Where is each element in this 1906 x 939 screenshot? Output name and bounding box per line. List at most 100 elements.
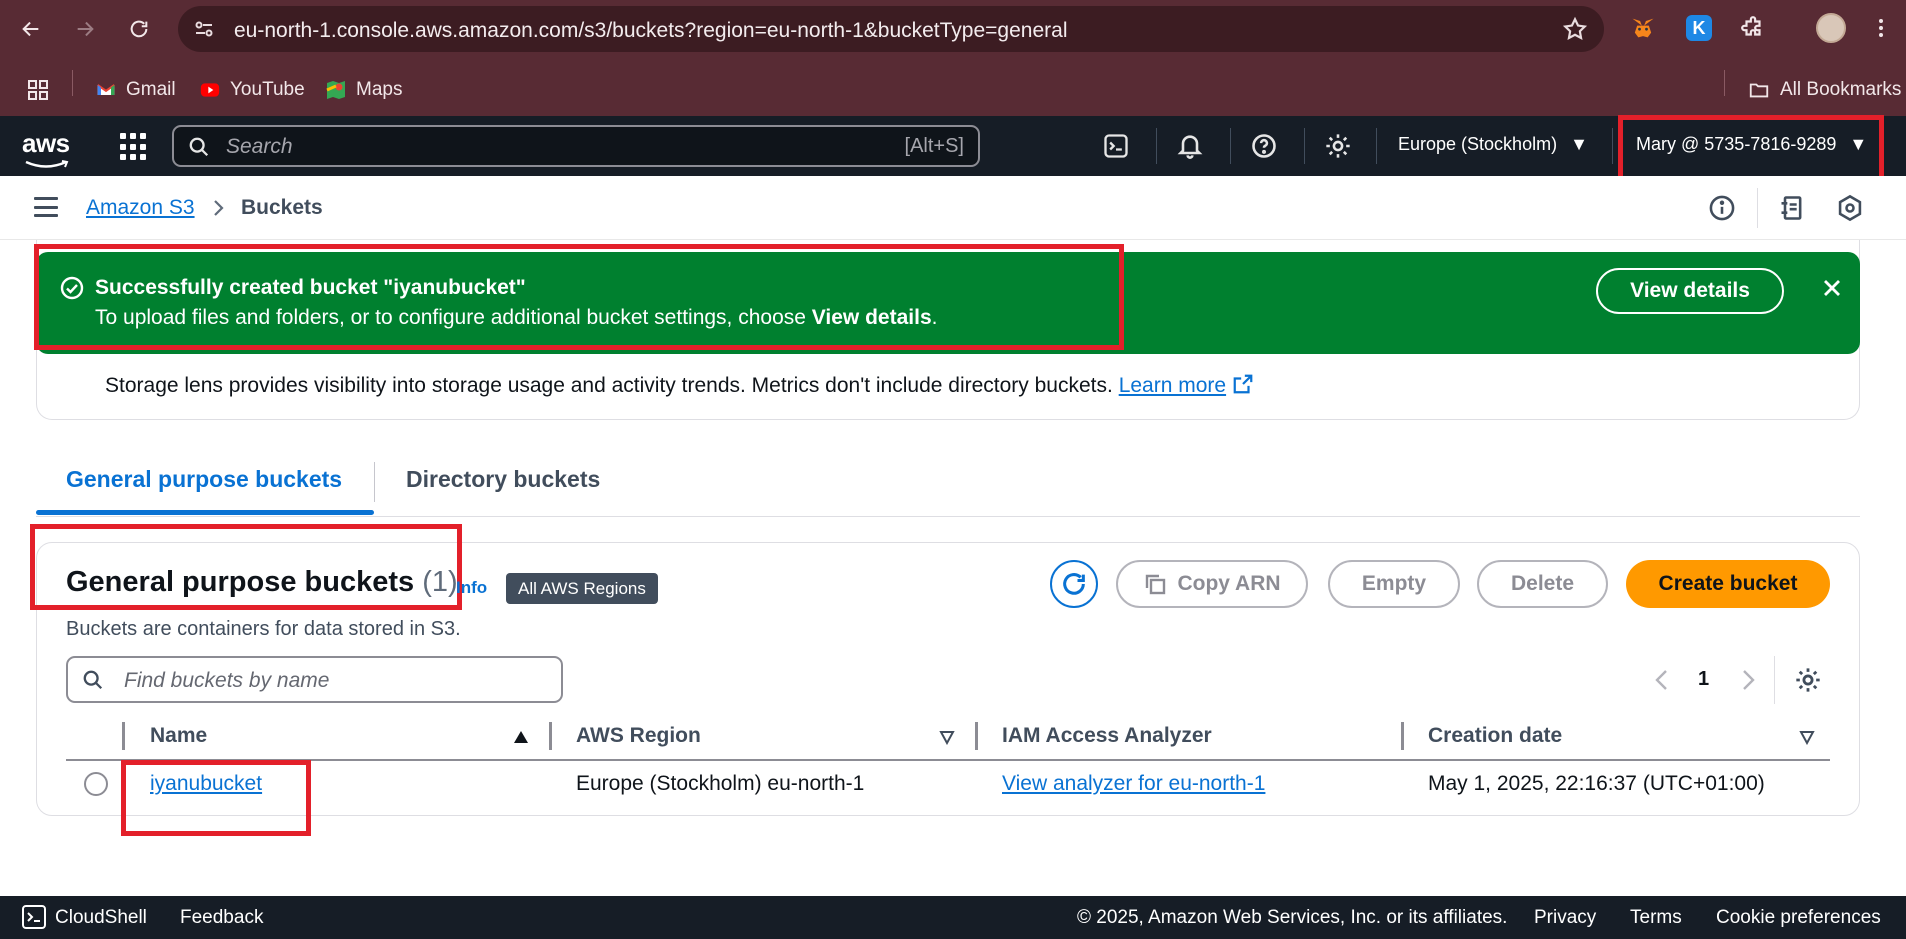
bucket-name-link[interactable]: iyanubucket xyxy=(150,772,262,796)
cookie-preferences-link[interactable]: Cookie preferences xyxy=(1716,907,1881,929)
side-nav-menu-icon[interactable] xyxy=(34,197,58,217)
column-header-name[interactable]: Name xyxy=(150,724,207,748)
notifications-bell-icon[interactable] xyxy=(1174,130,1206,162)
bookmark-label: Gmail xyxy=(126,79,176,100)
column-divider xyxy=(122,722,125,750)
table-preferences-gear-icon[interactable] xyxy=(1794,666,1822,694)
browser-menu-icon[interactable] xyxy=(1866,13,1896,43)
folder-icon xyxy=(1749,83,1769,98)
storage-lens-text: Storage lens provides visibility into st… xyxy=(105,374,1113,397)
copyright-text: © 2025, Amazon Web Services, Inc. or its… xyxy=(1077,907,1508,928)
column-header-region[interactable]: AWS Region xyxy=(576,724,701,748)
region-label: Europe (Stockholm) xyxy=(1398,134,1558,154)
tab-directory-buckets[interactable]: Directory buckets xyxy=(406,466,600,493)
toolbar-divider xyxy=(1757,188,1758,228)
search-icon xyxy=(189,137,209,157)
bookmark-star-icon[interactable] xyxy=(1562,16,1588,42)
feedback-link[interactable]: Feedback xyxy=(180,907,263,929)
reload-icon[interactable] xyxy=(122,12,156,46)
delete-button[interactable]: Delete xyxy=(1477,560,1608,608)
bookmark-maps[interactable]: Maps xyxy=(324,76,402,104)
chevron-left-icon[interactable] xyxy=(1652,666,1672,694)
all-bookmarks-label: All Bookmarks xyxy=(1780,79,1902,100)
apps-grid-icon[interactable] xyxy=(26,76,50,104)
view-analyzer-link[interactable]: View analyzer for eu-north-1 xyxy=(1002,772,1265,796)
help-icon[interactable] xyxy=(1248,130,1280,162)
bookmark-gmail[interactable]: Gmail xyxy=(94,76,176,104)
find-placeholder: Find buckets by name xyxy=(124,669,330,692)
bookmark-youtube[interactable]: YouTube xyxy=(198,76,305,104)
info-panel-icon[interactable] xyxy=(1708,194,1736,222)
create-bucket-button[interactable]: Create bucket xyxy=(1626,560,1830,608)
search-icon xyxy=(83,670,103,690)
tab-general-purpose-buckets[interactable]: General purpose buckets xyxy=(66,466,342,493)
all-regions-badge: All AWS Regions xyxy=(506,573,658,604)
column-header-analyzer[interactable]: IAM Access Analyzer xyxy=(1002,724,1212,748)
alert-desc-text: To upload files and folders, or to confi… xyxy=(95,306,812,329)
chevron-right-icon[interactable] xyxy=(1738,666,1758,694)
account-menu[interactable]: Mary @ 5735-7816-9289 ▼ xyxy=(1636,134,1867,155)
search-placeholder: Search xyxy=(226,135,293,158)
notes-panel-icon[interactable] xyxy=(1778,194,1806,222)
metamask-extension-icon[interactable] xyxy=(1628,13,1658,43)
learn-more-label: Learn more xyxy=(1118,374,1227,397)
cloudshell-icon[interactable] xyxy=(22,905,46,929)
empty-button[interactable]: Empty xyxy=(1328,560,1460,608)
breadcrumb-amazon-s3[interactable]: Amazon S3 xyxy=(86,196,195,220)
forward-arrow-icon[interactable] xyxy=(68,12,102,46)
row-select-radio[interactable] xyxy=(84,772,108,796)
youtube-icon xyxy=(200,83,220,97)
console-footer: CloudShell Feedback © 2025, Amazon Web S… xyxy=(0,896,1906,939)
site-settings-icon[interactable] xyxy=(192,17,216,41)
cloudshell-icon[interactable] xyxy=(1100,130,1132,162)
settings-gear-icon[interactable] xyxy=(1322,130,1354,162)
gmail-icon xyxy=(97,84,115,95)
nav-divider xyxy=(1612,128,1613,164)
copy-arn-button[interactable]: Copy ARN xyxy=(1116,560,1308,608)
learn-more-link[interactable]: Learn more xyxy=(1119,374,1226,397)
region-selector[interactable]: Europe (Stockholm) ▼ xyxy=(1398,134,1588,155)
services-grid-icon[interactable] xyxy=(120,133,148,161)
address-bar[interactable]: eu-north-1.console.aws.amazon.com/s3/buc… xyxy=(178,6,1604,52)
pager-divider xyxy=(1774,656,1775,704)
search-input[interactable]: Search [Alt+S] xyxy=(172,125,980,167)
view-details-button[interactable]: View details xyxy=(1596,268,1784,314)
cloudshell-link[interactable]: CloudShell xyxy=(55,907,147,929)
bookmark-label: YouTube xyxy=(230,79,305,100)
column-divider xyxy=(1401,722,1404,750)
page-number[interactable]: 1 xyxy=(1698,668,1709,691)
copy-icon xyxy=(1146,574,1166,595)
tab-divider xyxy=(374,462,375,502)
aws-top-nav: aws Search [Alt+S] Europe (Stockholm) ▼ … xyxy=(0,116,1906,176)
privacy-link[interactable]: Privacy xyxy=(1534,907,1596,929)
column-header-creation-date[interactable]: Creation date xyxy=(1428,724,1562,748)
account-label: Mary @ 5735-7816-9289 xyxy=(1636,134,1837,154)
sort-icon[interactable] xyxy=(939,729,955,745)
sort-icon[interactable] xyxy=(1799,729,1815,745)
external-link-icon xyxy=(1233,374,1253,394)
table-header-line xyxy=(66,759,1830,761)
info-link[interactable]: Info xyxy=(456,578,487,598)
panel-description: Buckets are containers for data stored i… xyxy=(66,618,461,640)
sort-ascending-icon[interactable] xyxy=(513,729,529,745)
all-bookmarks[interactable]: All Bookmarks xyxy=(1746,76,1901,104)
back-arrow-icon[interactable] xyxy=(14,12,48,46)
panel-title: General purpose buckets (1) xyxy=(66,566,458,599)
nav-divider xyxy=(1156,128,1157,164)
terms-link[interactable]: Terms xyxy=(1630,907,1682,929)
extensions-puzzle-icon[interactable] xyxy=(1738,13,1768,43)
bucket-creation-date: May 1, 2025, 22:16:37 (UTC+01:00) xyxy=(1428,772,1765,795)
active-tab-indicator xyxy=(36,510,374,515)
browser-chrome: eu-north-1.console.aws.amazon.com/s3/buc… xyxy=(0,0,1906,116)
k-extension-icon[interactable]: K xyxy=(1684,13,1714,43)
nav-divider xyxy=(1304,128,1305,164)
hexagon-settings-icon[interactable] xyxy=(1836,194,1864,222)
refresh-icon xyxy=(1063,573,1085,595)
find-buckets-input[interactable]: Find buckets by name xyxy=(66,656,563,703)
close-icon[interactable] xyxy=(1820,276,1844,300)
bookmark-divider xyxy=(1724,70,1725,96)
aws-logo[interactable]: aws xyxy=(22,128,70,159)
column-divider xyxy=(549,722,552,750)
refresh-button[interactable] xyxy=(1050,560,1098,608)
profile-avatar[interactable] xyxy=(1816,13,1846,43)
